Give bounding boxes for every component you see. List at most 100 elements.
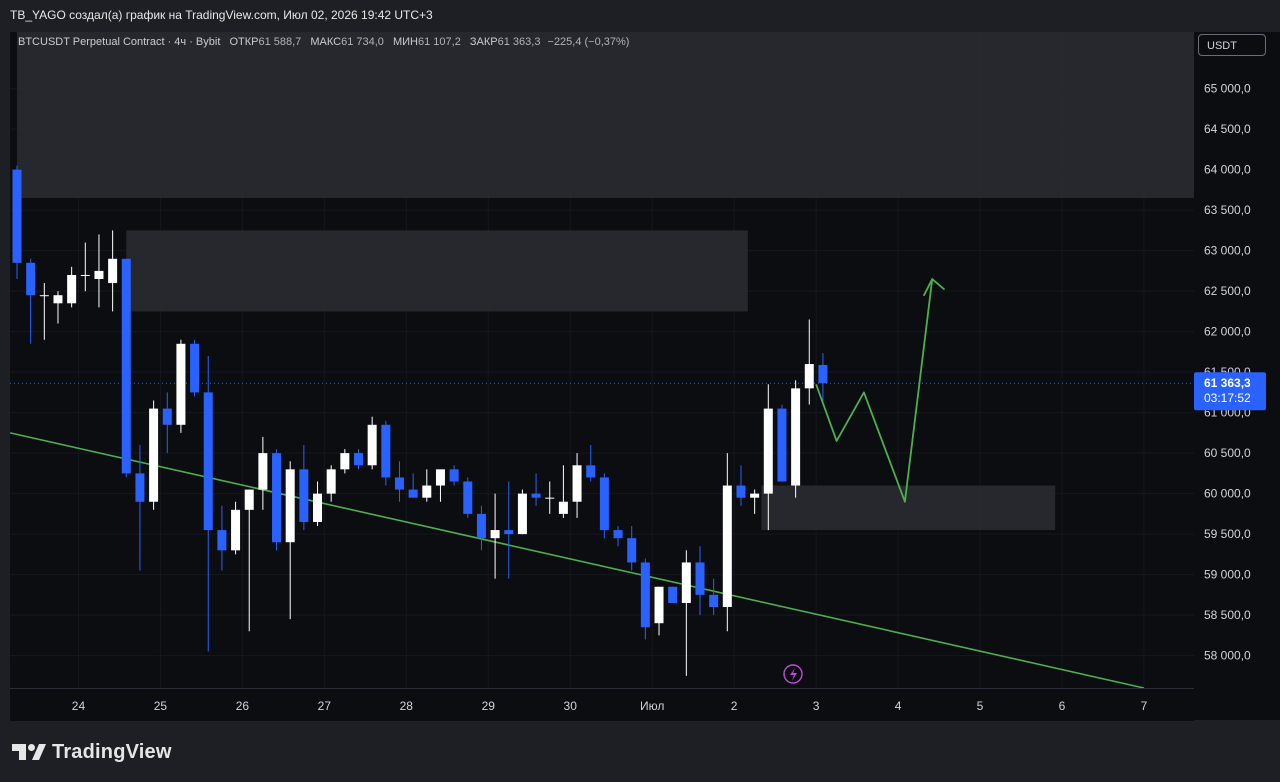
candlestick-plot[interactable] [10, 32, 1194, 688]
candle-body [504, 530, 514, 535]
candle-body [108, 258, 118, 284]
open-label: ОТКР [229, 36, 259, 48]
candle-body [149, 408, 159, 502]
brand-name: TradingView [52, 740, 172, 763]
candle [217, 505, 227, 571]
candle-body [258, 453, 268, 490]
price-tick-label: 59 500,0 [1204, 527, 1251, 541]
candle-body [26, 262, 36, 296]
candle-body [313, 493, 323, 522]
candle [108, 230, 118, 312]
candle [695, 546, 705, 616]
time-tick-label: 24 [72, 699, 86, 713]
close-value: 61 363,3 [497, 36, 541, 48]
candle-body [422, 485, 432, 498]
symbol-title[interactable]: BTCUSDT Perpetual Contract · 4ч · Bybit [18, 36, 220, 48]
candle-body [381, 424, 391, 478]
time-axis-labels: 24 25 26 27 28 29 30 Июл 2 3 4 5 6 7 [72, 699, 1148, 713]
candle [80, 242, 90, 292]
candle [135, 445, 145, 571]
candle-body [490, 530, 500, 539]
zone-box-1 [126, 230, 748, 312]
candle-body [599, 477, 609, 531]
candle [367, 416, 377, 470]
candle [435, 469, 445, 502]
candle [449, 465, 459, 486]
candle [640, 558, 650, 640]
tradingview-brand[interactable]: TradingView [12, 738, 172, 766]
price-tick-label: 63 500,0 [1204, 203, 1251, 217]
candle [326, 465, 336, 502]
time-tick-label: 25 [154, 699, 168, 713]
price-tick-label: 64 500,0 [1204, 122, 1251, 136]
candle-body [695, 562, 705, 595]
candle-body [67, 274, 77, 304]
candle-body [463, 481, 473, 514]
candle [627, 526, 637, 571]
candle [722, 453, 732, 632]
candle [258, 436, 268, 510]
time-tick-label: 5 [977, 699, 984, 713]
candle [777, 404, 787, 482]
candle [176, 339, 186, 433]
chart-pane[interactable]: BTCUSDT Perpetual Contract · 4ч · Bybit … [10, 32, 1194, 688]
close-label: ЗАКР [469, 36, 498, 48]
candle-body [804, 364, 814, 389]
candle-body [176, 343, 186, 425]
candle [599, 473, 609, 539]
candle-body [80, 274, 90, 276]
candle [408, 473, 418, 498]
candle-body [367, 424, 377, 466]
current-price-label: 61 363,3 [1204, 376, 1251, 390]
time-tick-label: 3 [813, 699, 820, 713]
candle-body [558, 501, 568, 514]
time-tick-label: 7 [1141, 699, 1148, 713]
price-tick-label: 62 500,0 [1204, 284, 1251, 298]
candle [354, 449, 363, 470]
candle-body [531, 493, 541, 498]
candle [654, 586, 664, 636]
candle-body [340, 453, 350, 470]
candle-body [750, 493, 760, 498]
time-tick-label: 2 [731, 699, 738, 713]
candle [504, 481, 514, 579]
candle [668, 586, 678, 603]
price-tick-label: 64 000,0 [1204, 163, 1251, 177]
candle-body [190, 343, 200, 393]
candle-body [586, 465, 596, 478]
candle [736, 465, 746, 506]
candle-body [654, 586, 664, 624]
candle [26, 258, 36, 344]
candle-body [722, 485, 732, 608]
time-tick-label: 29 [482, 699, 496, 713]
time-tick-label: 27 [318, 699, 332, 713]
candle-body [408, 489, 418, 498]
candle-body [476, 513, 486, 539]
candle [149, 400, 159, 510]
candle [272, 449, 282, 551]
candle [162, 392, 172, 454]
candle [121, 258, 131, 478]
time-tick-label: 4 [895, 699, 902, 713]
time-tick-label: 26 [236, 699, 250, 713]
candle [53, 291, 63, 324]
candle [190, 339, 200, 397]
time-tick-label: 28 [400, 699, 414, 713]
candle [299, 445, 309, 531]
lightning-icon [783, 664, 803, 684]
candle-body [545, 497, 555, 499]
candle [313, 481, 323, 527]
candle [791, 380, 801, 498]
time-axis[interactable]: 24 25 26 27 28 29 30 Июл 2 3 4 5 6 7 [10, 688, 1194, 721]
candle-body [709, 594, 719, 608]
candle-body [394, 477, 404, 490]
candle-body [12, 169, 22, 263]
candle [804, 319, 814, 405]
price-axis[interactable]: USDT 58 000,0 58 500,0 59 000,0 59 500,0 60 … [1194, 32, 1280, 720]
candle-body [818, 364, 828, 384]
candle-body [435, 469, 445, 486]
candle-body [244, 489, 254, 510]
candle-body [121, 258, 131, 474]
candle [613, 526, 623, 547]
candle-body [39, 295, 49, 297]
